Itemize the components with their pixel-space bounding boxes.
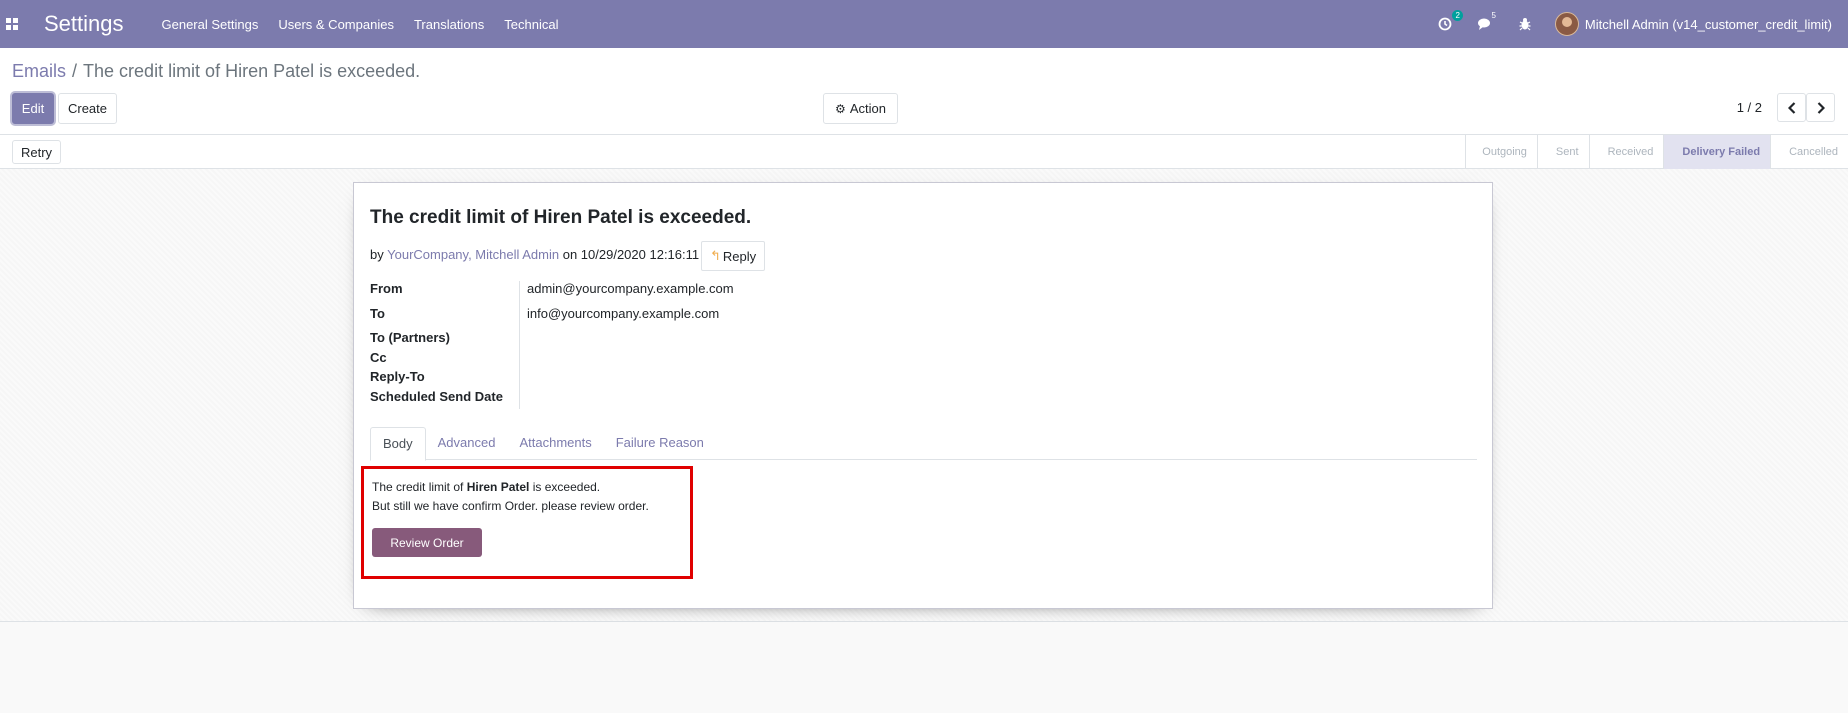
breadcrumb-emails-link[interactable]: Emails bbox=[12, 61, 66, 81]
status-steps: Outgoing Sent Received Delivery Failed C… bbox=[1465, 135, 1848, 169]
app-title[interactable]: Settings bbox=[44, 11, 124, 37]
body-customer-name: Hiren Patel bbox=[466, 480, 530, 494]
body-line-2: But still we have confirm Order. please … bbox=[372, 499, 649, 513]
status-step-delivery-failed[interactable]: Delivery Failed bbox=[1663, 135, 1771, 169]
statusbar: Retry Outgoing Sent Received Delivery Fa… bbox=[0, 135, 1848, 169]
user-name: Mitchell Admin (v14_customer_credit_limi… bbox=[1584, 16, 1832, 32]
reply-button[interactable]: ↰ Reply bbox=[701, 241, 766, 271]
messages-count-badge: 5 bbox=[1491, 11, 1496, 20]
pager-value[interactable]: 1 / 2 bbox=[1737, 100, 1762, 115]
tab-failure-reason[interactable]: Failure Reason bbox=[604, 427, 716, 460]
create-button[interactable]: Create bbox=[58, 93, 117, 124]
field-label: From bbox=[370, 281, 403, 296]
chevron-right-icon bbox=[1817, 101, 1825, 114]
mail-form-sheet: The credit limit of Hiren Patel is excee… bbox=[353, 182, 1493, 609]
status-step-outgoing[interactable]: Outgoing bbox=[1465, 135, 1537, 169]
breadcrumb-separator: / bbox=[72, 61, 78, 81]
menu-users-companies[interactable]: Users & Companies bbox=[278, 17, 394, 32]
tab-attachments[interactable]: Attachments bbox=[507, 427, 603, 460]
status-step-received[interactable]: Received bbox=[1588, 135, 1664, 169]
mail-byline: by YourCompany, Mitchell Admin on 10/29/… bbox=[370, 247, 699, 262]
top-navbar: Settings General Settings Users & Compan… bbox=[0, 0, 1848, 48]
tab-advanced[interactable]: Advanced bbox=[426, 427, 508, 460]
edit-button[interactable]: Edit bbox=[12, 93, 54, 124]
mail-body-highlight: The credit limit of Hiren Patel is excee… bbox=[361, 466, 693, 579]
messages-chat-icon[interactable]: 5 bbox=[1477, 11, 1496, 32]
field-value: info@yourcompany.example.com bbox=[527, 306, 720, 321]
control-panel: Emails / The credit limit of Hiren Patel i… bbox=[0, 48, 1848, 135]
debug-bug-icon[interactable] bbox=[1517, 16, 1533, 32]
body-line-1-prefix: The credit limit of bbox=[372, 480, 464, 494]
mail-authors-link[interactable]: YourCompany, Mitchell Admin bbox=[387, 247, 559, 262]
field-label: Reply-To bbox=[370, 369, 425, 384]
page-footer-area bbox=[0, 622, 1848, 713]
tab-body[interactable]: Body bbox=[370, 427, 426, 461]
systray: 2 5 Mitchell Admin (v14_customer_credit_… bbox=[1413, 0, 1832, 48]
action-label: Action bbox=[849, 101, 886, 116]
retry-button[interactable]: Retry bbox=[12, 140, 62, 164]
menu-translations[interactable]: Translations bbox=[414, 17, 484, 32]
user-menu[interactable]: Mitchell Admin (v14_customer_credit_limi… bbox=[1554, 12, 1832, 36]
byline-prefix: by bbox=[370, 247, 384, 262]
review-order-button[interactable]: Review Order bbox=[372, 528, 482, 557]
status-step-cancelled[interactable]: Cancelled bbox=[1770, 135, 1848, 169]
action-button[interactable]: ⚙ Action bbox=[823, 93, 898, 124]
mail-date: on 10/29/2020 12:16:11 bbox=[562, 247, 700, 262]
activity-clock-icon[interactable]: 2 bbox=[1437, 10, 1463, 32]
field-label: Cc bbox=[370, 350, 387, 365]
breadcrumb-current: The credit limit of Hiren Patel is excee… bbox=[83, 61, 421, 81]
status-step-sent[interactable]: Sent bbox=[1536, 135, 1589, 169]
reply-label: Reply bbox=[722, 248, 757, 264]
field-label: Scheduled Send Date bbox=[370, 389, 503, 404]
activity-count-badge: 2 bbox=[1452, 10, 1463, 21]
user-avatar bbox=[1554, 12, 1579, 36]
field-label: To bbox=[370, 306, 385, 321]
apps-menu-icon[interactable] bbox=[0, 0, 24, 48]
pager-next-button[interactable] bbox=[1806, 93, 1835, 122]
mail-tabs: Body Advanced Attachments Failure Reason bbox=[370, 427, 1477, 461]
gear-icon: ⚙ bbox=[835, 101, 846, 116]
reply-arrow-icon: ↰ bbox=[710, 248, 721, 263]
body-line-1-suffix: is exceeded. bbox=[532, 480, 601, 494]
menu-general-settings[interactable]: General Settings bbox=[162, 17, 259, 32]
chevron-left-icon bbox=[1787, 101, 1795, 114]
breadcrumb: Emails / The credit limit of Hiren Patel i… bbox=[12, 61, 420, 82]
field-value: admin@yourcompany.example.com bbox=[527, 281, 734, 296]
menu-technical[interactable]: Technical bbox=[504, 17, 558, 32]
mail-subject: The credit limit of Hiren Patel is excee… bbox=[370, 207, 752, 228]
field-label: To (Partners) bbox=[370, 330, 450, 345]
pager-previous-button[interactable] bbox=[1777, 93, 1806, 122]
body-line-1: The credit limit of Hiren Patel is excee… bbox=[372, 480, 600, 494]
